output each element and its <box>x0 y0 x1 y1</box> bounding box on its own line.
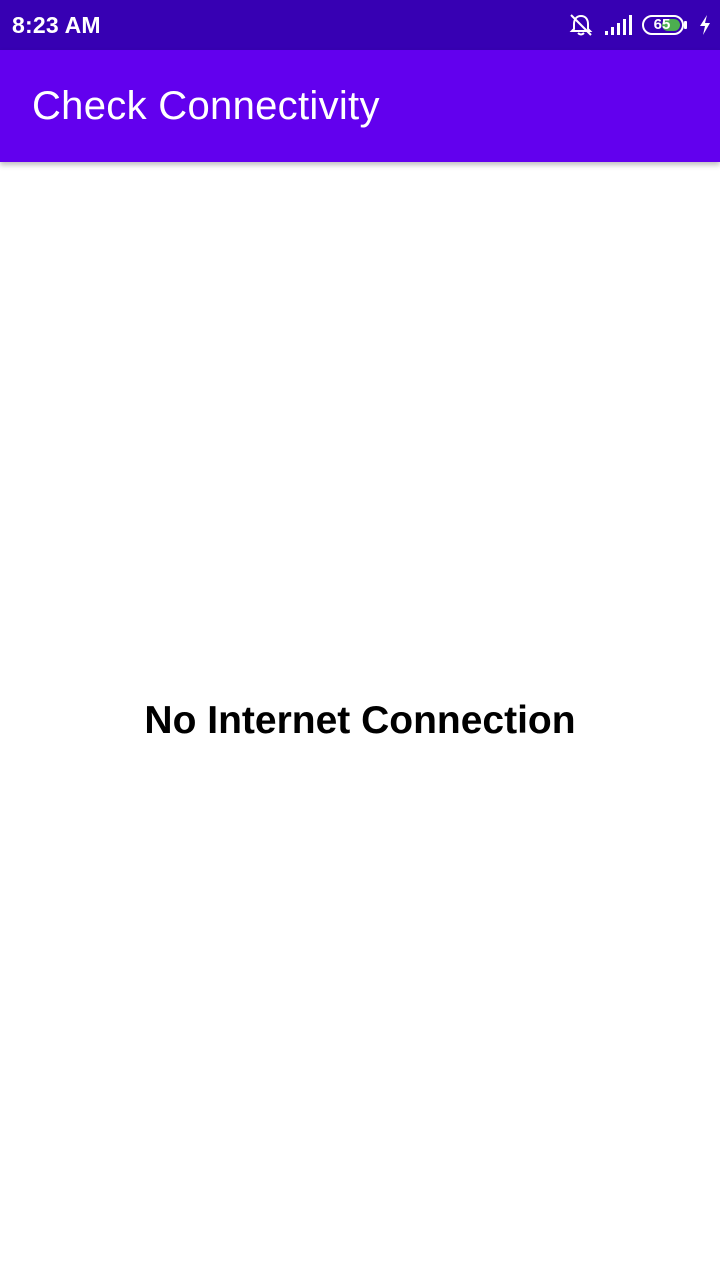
charging-icon <box>698 14 712 36</box>
app-bar: Check Connectivity <box>0 50 720 162</box>
signal-icon <box>604 14 632 36</box>
silent-alarm-icon <box>568 13 594 37</box>
battery-level: 65 <box>653 16 671 33</box>
screen: 8:23 AM 65 Check Connectivity No Interne… <box>0 0 720 1280</box>
main-content: No Internet Connection <box>0 162 720 1280</box>
app-title: Check Connectivity <box>32 83 380 128</box>
status-time: 8:23 AM <box>12 11 101 38</box>
status-icons: 65 <box>568 13 712 37</box>
status-bar: 8:23 AM 65 <box>0 0 720 50</box>
battery-icon: 65 <box>642 15 688 35</box>
connection-status-message: No Internet Connection <box>144 699 576 742</box>
